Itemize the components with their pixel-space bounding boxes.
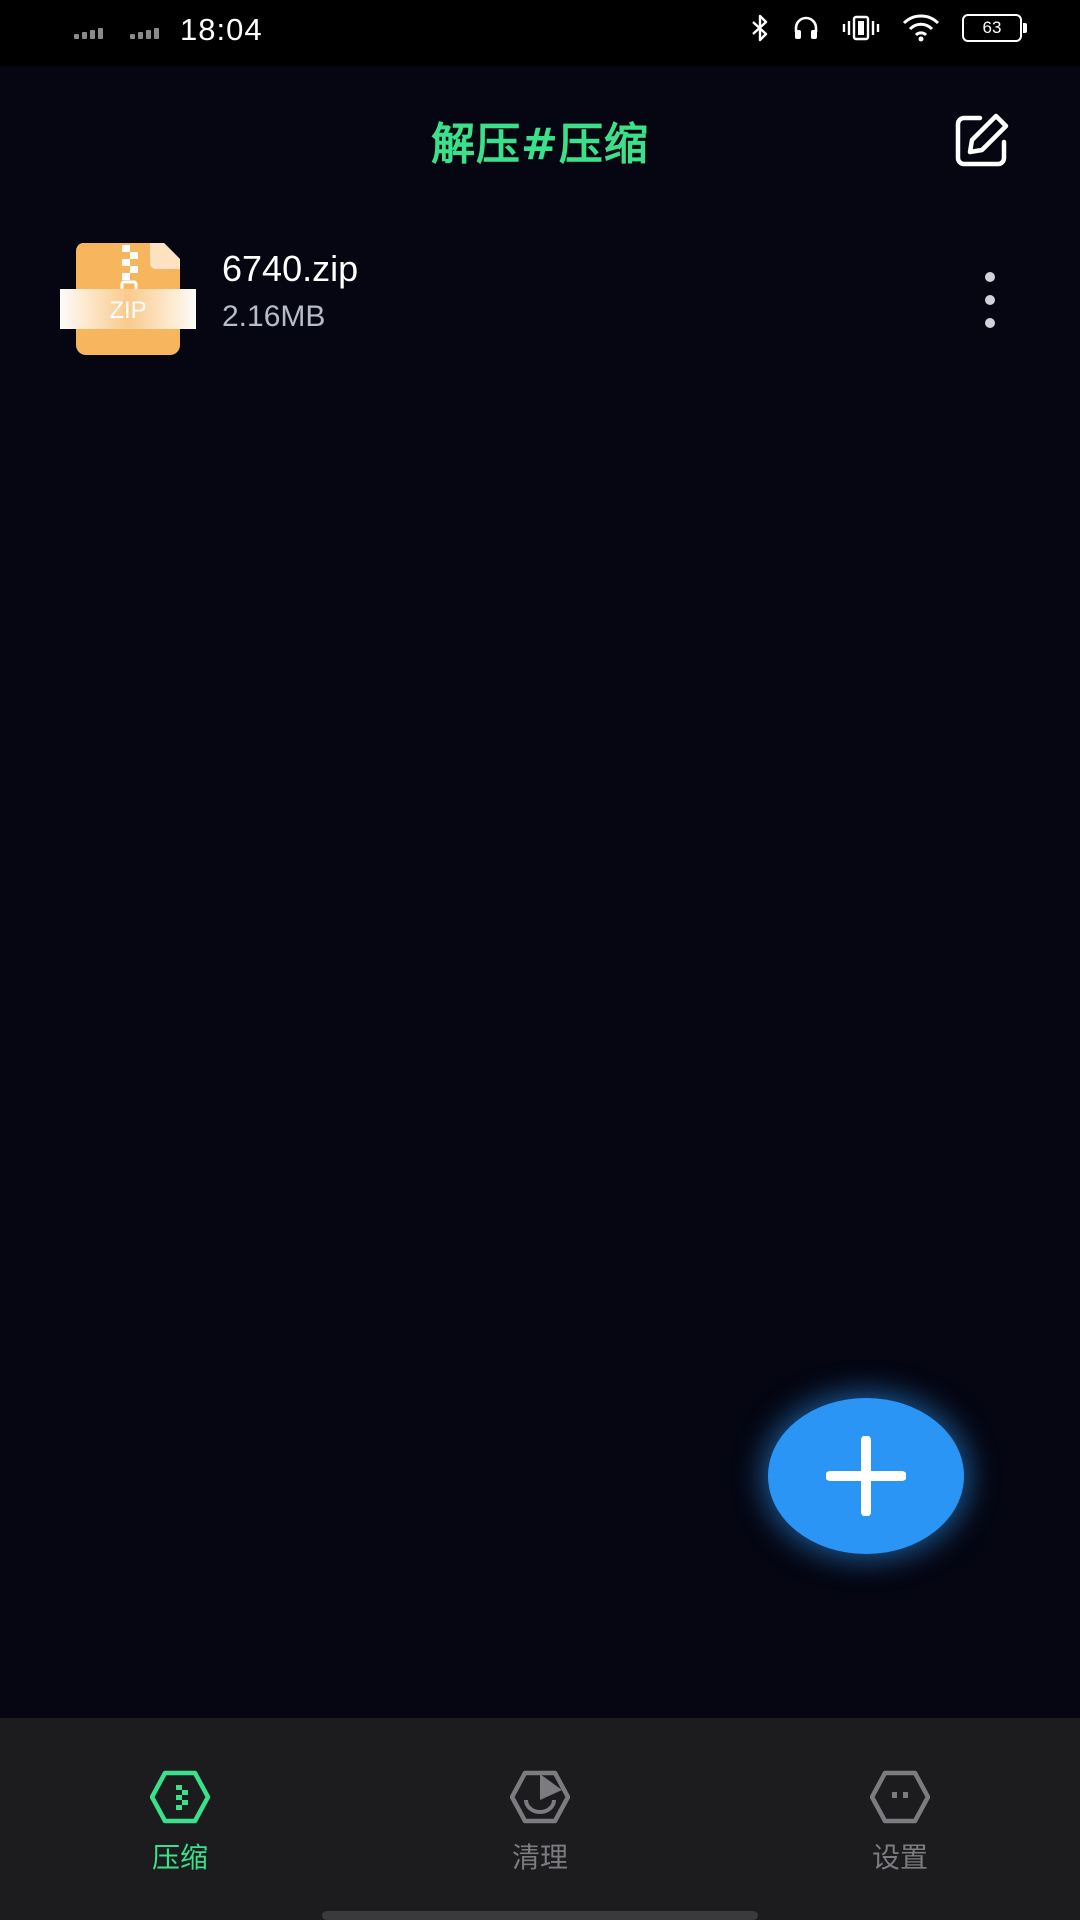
signal-icon [74, 28, 103, 39]
home-indicator[interactable] [322, 1911, 758, 1920]
nav-item-clean[interactable]: 清理 [440, 1770, 640, 1876]
status-bar: 18:04 63 [0, 0, 1080, 66]
plus-icon [826, 1436, 906, 1516]
more-vertical-icon[interactable] [970, 272, 1010, 328]
wifi-icon [902, 14, 940, 42]
settings-icon [870, 1770, 930, 1824]
vibrate-icon [842, 15, 880, 41]
compress-icon [150, 1770, 210, 1824]
clean-icon [510, 1770, 570, 1824]
status-time: 18:04 [180, 12, 263, 47]
zip-file-icon: ZIP [60, 243, 196, 355]
nav-label-clean: 清理 [511, 1841, 568, 1874]
zip-icon-label: ZIP [109, 297, 146, 324]
bluetooth-icon [752, 14, 768, 42]
battery-level: 63 [982, 18, 1002, 37]
bottom-navigation: 压缩 清理 设置 [0, 1718, 1080, 1920]
signal-icon [130, 28, 159, 39]
nav-label-settings: 设置 [871, 1841, 928, 1874]
file-name: 6740.zip [222, 248, 359, 289]
edit-icon[interactable] [950, 110, 1012, 172]
file-list-item[interactable]: ZIP 6740.zip 2.16MB [0, 228, 1080, 358]
battery-icon: 63 [962, 14, 1027, 42]
status-icons: 63 [750, 14, 1027, 42]
file-size: 2.16MB [222, 300, 326, 333]
headphones-icon [794, 16, 818, 39]
nav-item-compress[interactable]: 压缩 [80, 1770, 280, 1876]
add-button[interactable] [768, 1398, 964, 1554]
page-title: 解压#压缩 [431, 119, 649, 170]
nav-label-compress: 压缩 [151, 1841, 208, 1874]
nav-item-settings[interactable]: 设置 [800, 1770, 1000, 1876]
